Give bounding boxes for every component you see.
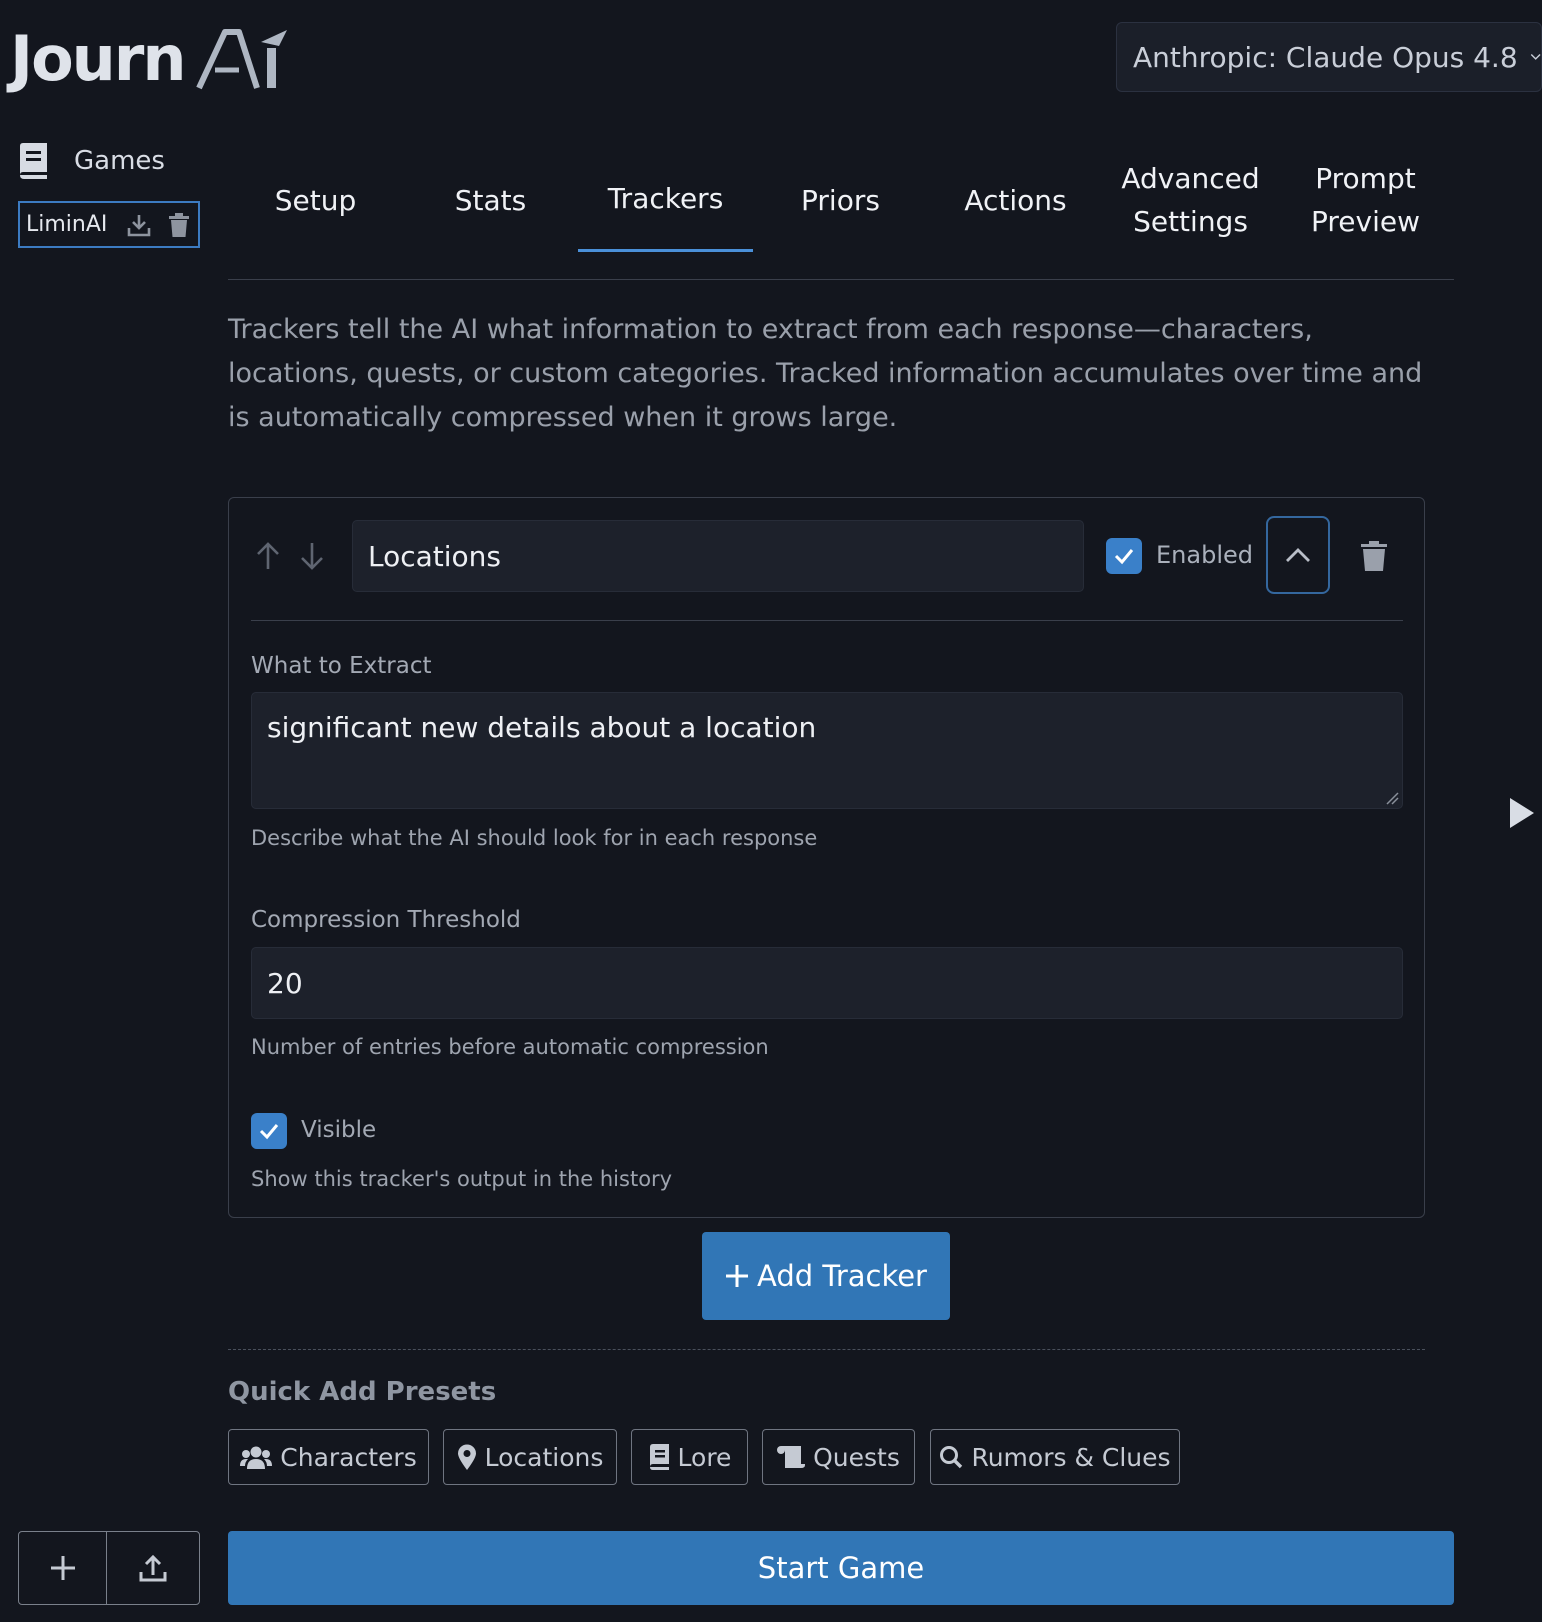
extract-textarea[interactable]: significant new details about a location: [251, 692, 1403, 809]
upload-icon: [139, 1554, 167, 1582]
tab-setup[interactable]: Setup: [228, 148, 403, 252]
preset-rumors-clues[interactable]: Rumors & Clues: [930, 1429, 1180, 1485]
tabs-divider: [228, 279, 1454, 280]
threshold-help: Number of entries before automatic compr…: [251, 1035, 769, 1059]
preset-locations[interactable]: Locations: [443, 1429, 617, 1485]
logo-mark-icon: [195, 29, 287, 90]
visible-checkbox-box[interactable]: [251, 1113, 287, 1149]
plus-icon: [726, 1265, 748, 1287]
preset-label: Lore: [677, 1442, 732, 1472]
game-name: LiminAI: [26, 212, 108, 237]
enabled-label: Enabled: [1156, 541, 1253, 569]
collapse-tracker-button[interactable]: [1266, 516, 1330, 594]
tracker-name-input[interactable]: Locations: [352, 520, 1084, 592]
games-header: Games: [16, 142, 165, 180]
visible-checkbox[interactable]: [251, 1113, 287, 1149]
game-item-liminai[interactable]: LiminAI: [18, 201, 200, 248]
add-tracker-label: Add Tracker: [757, 1259, 927, 1293]
tracker-card: [228, 497, 1425, 1218]
card-divider: [251, 620, 1403, 621]
check-icon: [1114, 549, 1134, 565]
extract-help: Describe what the AI should look for in …: [251, 826, 818, 850]
model-select[interactable]: Anthropic: Claude Opus 4.8: [1116, 22, 1542, 92]
start-game-button[interactable]: Start Game: [228, 1531, 1454, 1605]
preset-label: Rumors & Clues: [971, 1442, 1171, 1472]
chevron-up-icon: [1286, 548, 1310, 562]
users-icon: [240, 1446, 273, 1469]
upload-game-button[interactable]: [106, 1531, 200, 1605]
chevron-down-icon: [1530, 53, 1541, 60]
games-label: Games: [74, 146, 165, 176]
tab-advanced-settings[interactable]: Advanced Settings: [1103, 148, 1278, 252]
preset-label: Locations: [484, 1442, 604, 1472]
preset-label: Characters: [280, 1442, 417, 1472]
tab-prompt-preview[interactable]: Prompt Preview: [1278, 148, 1453, 252]
preset-label: Quests: [813, 1442, 900, 1472]
extract-label: What to Extract: [251, 653, 432, 679]
play-icon[interactable]: [1508, 796, 1536, 830]
plus-icon: [50, 1556, 75, 1580]
scroll-icon: [777, 1446, 806, 1468]
book-icon: [20, 143, 47, 179]
tab-priors[interactable]: Priors: [753, 148, 928, 252]
tab-trackers[interactable]: Trackers: [578, 148, 753, 252]
resize-handle-icon[interactable]: [1385, 791, 1399, 805]
move-up-icon[interactable]: [255, 541, 281, 571]
add-tracker-button[interactable]: Add Tracker: [702, 1232, 950, 1320]
presets-divider: [228, 1349, 1425, 1350]
threshold-label: Compression Threshold: [251, 907, 521, 933]
tab-actions[interactable]: Actions: [928, 148, 1103, 252]
model-select-value: Anthropic: Claude Opus 4.8: [1133, 40, 1518, 74]
search-icon: [940, 1446, 963, 1469]
move-down-icon[interactable]: [299, 541, 325, 571]
logo-text: Journ: [10, 22, 187, 95]
preset-quests[interactable]: Quests: [762, 1429, 915, 1485]
delete-tracker-icon[interactable]: [1361, 541, 1387, 571]
visible-label: Visible: [301, 1117, 377, 1143]
trash-icon[interactable]: [169, 212, 190, 237]
visible-help: Show this tracker's output in the histor…: [251, 1167, 673, 1191]
preset-characters[interactable]: Characters: [228, 1429, 429, 1485]
map-pin-icon: [457, 1444, 476, 1470]
download-icon[interactable]: [127, 213, 151, 237]
enabled-checkbox-box[interactable]: [1106, 538, 1142, 574]
trackers-description: Trackers tell the AI what information to…: [228, 314, 1423, 433]
app-logo: Journ: [10, 24, 295, 94]
threshold-input[interactable]: 20: [251, 947, 1403, 1019]
book-icon: [649, 1444, 669, 1470]
presets-title: Quick Add Presets: [228, 1377, 497, 1407]
preset-lore[interactable]: Lore: [631, 1429, 748, 1485]
check-icon: [259, 1124, 279, 1140]
enabled-checkbox[interactable]: [1106, 538, 1142, 574]
tab-stats[interactable]: Stats: [403, 148, 578, 252]
new-game-button[interactable]: [18, 1531, 107, 1605]
